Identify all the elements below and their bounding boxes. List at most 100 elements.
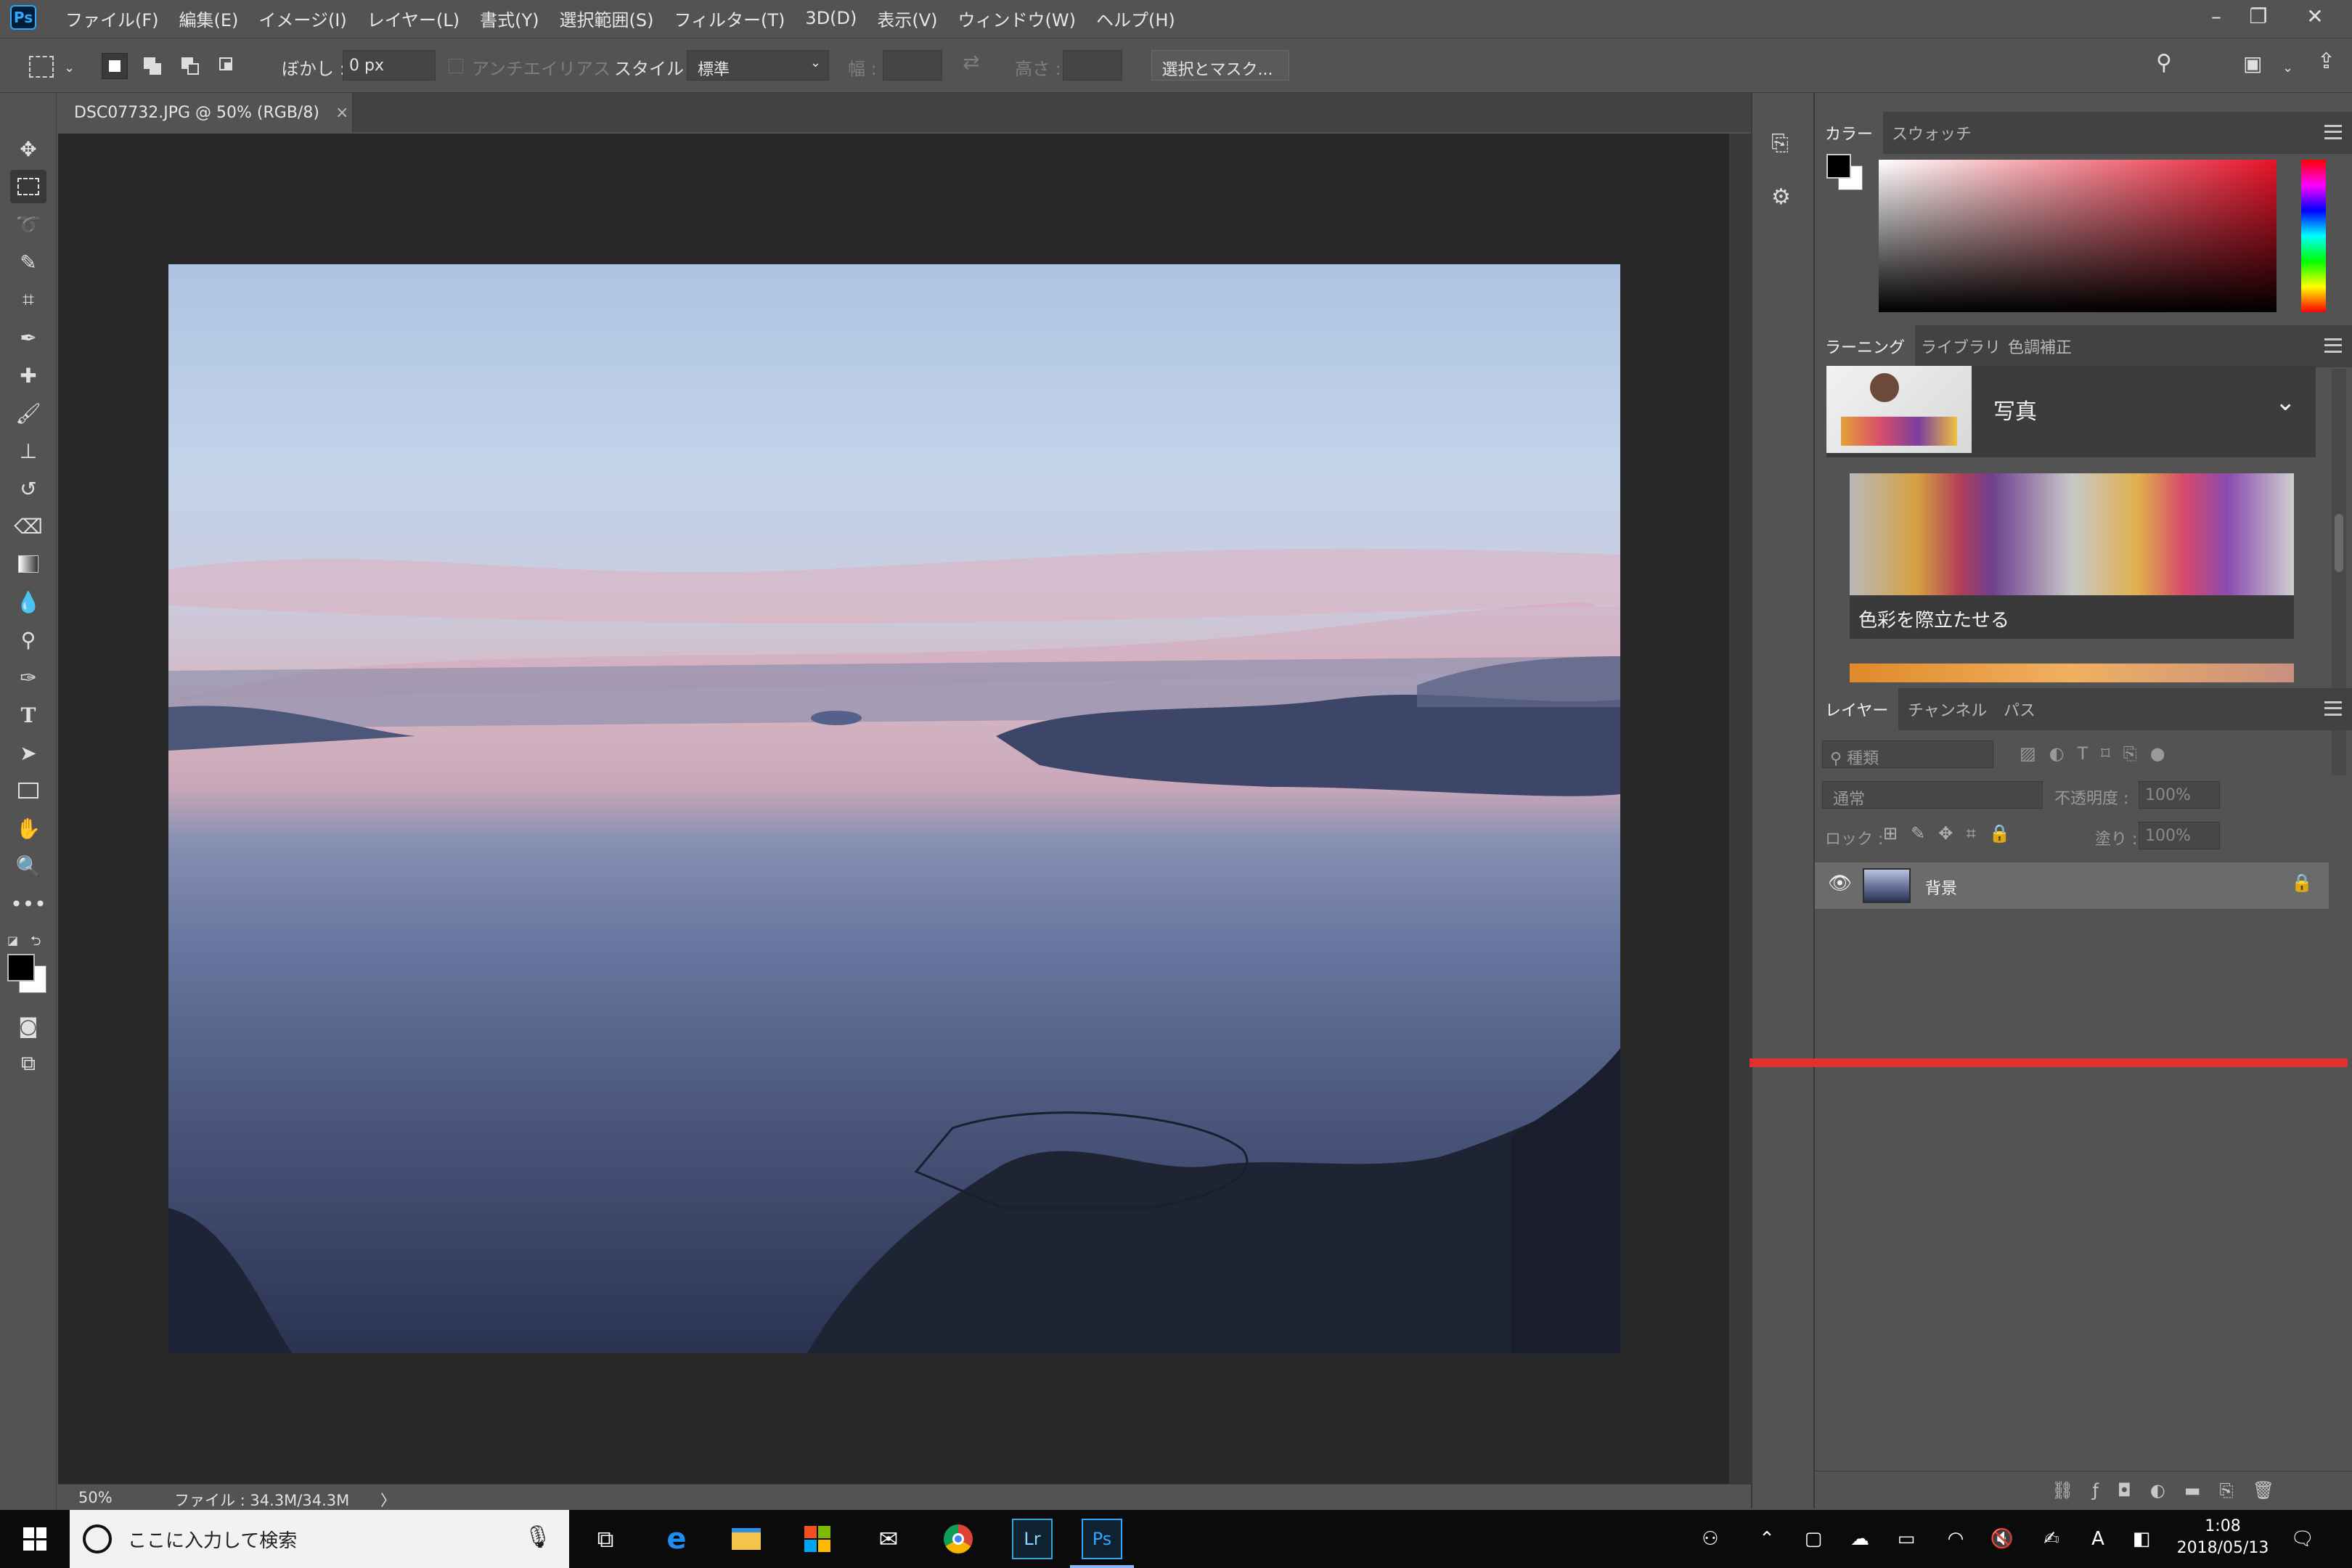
wifi-icon[interactable]: ◠: [1940, 1523, 1972, 1555]
hue-slider[interactable]: [2301, 160, 2326, 312]
foreground-color-swatch[interactable]: [7, 954, 35, 981]
volume-muted-icon[interactable]: 🔇: [1986, 1523, 2018, 1555]
photoshop-button[interactable]: Ps: [1082, 1519, 1122, 1559]
ime-icon[interactable]: ◧: [2126, 1523, 2157, 1555]
new-selection-button[interactable]: [102, 53, 128, 79]
store-button[interactable]: [797, 1519, 838, 1559]
status-menu-arrow[interactable]: 〉: [380, 1489, 396, 1511]
ime-mode-icon[interactable]: A: [2082, 1523, 2114, 1555]
clock[interactable]: 1:08 2018/05/13: [2171, 1516, 2275, 1559]
menu-file[interactable]: ファイル(F): [65, 6, 159, 31]
marquee-tool[interactable]: [10, 170, 46, 203]
chrome-button[interactable]: [938, 1519, 979, 1559]
learn-card[interactable]: 色彩を際立たせる: [1850, 473, 2294, 639]
path-selection-tool[interactable]: ➤: [10, 736, 46, 769]
eye-icon[interactable]: 👁: [1828, 873, 1852, 894]
tab-channels[interactable]: チャンネル: [1898, 688, 1997, 730]
color-foreground-swatch[interactable]: [1826, 154, 1851, 179]
tab-layers[interactable]: レイヤー: [1815, 688, 1899, 730]
subtract-from-selection-button[interactable]: [177, 53, 203, 79]
menu-filter[interactable]: フィルター(T): [674, 6, 785, 31]
gradient-tool[interactable]: [10, 547, 46, 581]
menu-view[interactable]: 表示(V): [877, 6, 937, 31]
onedrive-icon[interactable]: ☁: [1844, 1523, 1876, 1555]
move-tool[interactable]: ✥: [10, 132, 46, 166]
minimize-button[interactable]: –: [2195, 1, 2237, 30]
battery-icon[interactable]: ▭: [1890, 1523, 1922, 1555]
taskbar-search[interactable]: ここに入力して検索 🎙: [70, 1510, 569, 1568]
edge-button[interactable]: e: [656, 1519, 697, 1559]
lasso-tool[interactable]: ➰: [10, 208, 46, 241]
style-select[interactable]: 標準 ⌄: [687, 50, 829, 81]
tab-libraries[interactable]: ライブラリ: [1911, 325, 2011, 367]
workspace-icon[interactable]: ▣: [2243, 52, 2262, 75]
brush-tool[interactable]: 🖌: [10, 396, 46, 430]
start-button[interactable]: [15, 1519, 55, 1559]
swap-icon[interactable]: ⇄: [963, 50, 979, 74]
quick-mask-button[interactable]: ◙: [10, 1009, 46, 1042]
screen-mode-button[interactable]: ⧉: [10, 1047, 46, 1080]
default-colors-icon[interactable]: ◪: [7, 934, 18, 947]
tab-adjustments[interactable]: 色調補正: [1998, 325, 2082, 367]
microphone-icon[interactable]: 🎙: [524, 1524, 552, 1550]
chevron-down-icon[interactable]: ⌄: [64, 60, 75, 75]
layer-action-icons[interactable]: ⛓ƒ◘◐▬⎘🗑: [2051, 1480, 2293, 1500]
chevron-down-icon[interactable]: ⌄: [2275, 388, 2296, 417]
rectangle-tool[interactable]: [10, 774, 46, 807]
panel-menu-icon[interactable]: [2324, 338, 2342, 353]
marquee-tool-preset-icon[interactable]: [29, 56, 54, 78]
tab-swatches[interactable]: スウォッチ: [1882, 112, 1982, 154]
intersect-selection-button[interactable]: [215, 53, 241, 79]
history-panel-icon[interactable]: ⎘: [1771, 131, 1789, 156]
more-tools[interactable]: •••: [10, 887, 46, 920]
type-tool[interactable]: T: [10, 698, 46, 732]
quick-selection-tool[interactable]: ✎: [10, 245, 46, 279]
restore-button[interactable]: ❐: [2237, 1, 2279, 30]
document-image[interactable]: [168, 264, 1620, 1353]
select-and-mask-button[interactable]: 選択とマスク...: [1151, 50, 1289, 81]
height-input[interactable]: [1063, 50, 1122, 81]
crop-tool[interactable]: ⌗: [10, 283, 46, 317]
layer-filter-select[interactable]: ⚲ 種類: [1822, 740, 1993, 768]
lightroom-button[interactable]: Lr: [1012, 1519, 1053, 1559]
search-icon[interactable]: ⚲: [2156, 50, 2172, 75]
lock-icons[interactable]: ⊞✎✥⌗🔒: [1883, 823, 2024, 844]
antialias-checkbox[interactable]: [449, 59, 463, 73]
tab-paths[interactable]: パス: [1993, 688, 2046, 730]
eraser-tool[interactable]: ⌫: [10, 510, 46, 543]
width-input[interactable]: [883, 50, 942, 81]
fill-input[interactable]: 100%: [2139, 822, 2220, 849]
network-device-icon[interactable]: ▢: [1797, 1523, 1829, 1555]
close-button[interactable]: ✕: [2294, 1, 2336, 30]
pen-tool[interactable]: ✑: [10, 661, 46, 694]
pen-icon[interactable]: ✍: [2035, 1523, 2067, 1555]
learn-section-header[interactable]: 写真 ⌄: [1826, 366, 2316, 457]
blend-mode-select[interactable]: 通常: [1822, 781, 2043, 809]
layer-filter-icons[interactable]: ▨◐T⌑⎘●: [2020, 743, 2179, 764]
panel-menu-icon[interactable]: [2324, 125, 2342, 139]
menu-image[interactable]: イメージ(I): [258, 6, 346, 31]
tab-learn[interactable]: ラーニング: [1815, 325, 1916, 367]
add-to-selection-button[interactable]: [139, 53, 166, 79]
panel-menu-icon[interactable]: [2324, 701, 2342, 716]
learn-card-next[interactable]: [1850, 663, 2294, 682]
blur-tool[interactable]: 💧: [10, 585, 46, 618]
share-icon[interactable]: ⇪: [2317, 49, 2335, 74]
color-field[interactable]: [1879, 160, 2277, 312]
people-icon[interactable]: ⚇: [1694, 1523, 1726, 1555]
zoom-tool[interactable]: 🔍: [10, 849, 46, 883]
feather-input[interactable]: 0 px: [343, 50, 436, 81]
menu-window[interactable]: ウィンドウ(W): [958, 6, 1076, 31]
file-explorer-button[interactable]: [726, 1519, 767, 1559]
menu-3d[interactable]: 3D(D): [805, 8, 857, 28]
menu-help[interactable]: ヘルプ(H): [1096, 6, 1175, 31]
chevron-up-icon[interactable]: ⌃: [1751, 1523, 1783, 1555]
zoom-level[interactable]: 50%: [78, 1489, 113, 1506]
menu-select[interactable]: 選択範囲(S): [560, 6, 654, 31]
tab-color[interactable]: カラー: [1815, 112, 1884, 154]
menu-layer[interactable]: レイヤー(L): [367, 6, 460, 31]
close-tab-button[interactable]: ×: [335, 104, 348, 122]
healing-brush-tool[interactable]: ✚: [10, 359, 46, 392]
chevron-down-icon[interactable]: ⌄: [2282, 60, 2293, 75]
menu-type[interactable]: 書式(Y): [480, 6, 539, 31]
